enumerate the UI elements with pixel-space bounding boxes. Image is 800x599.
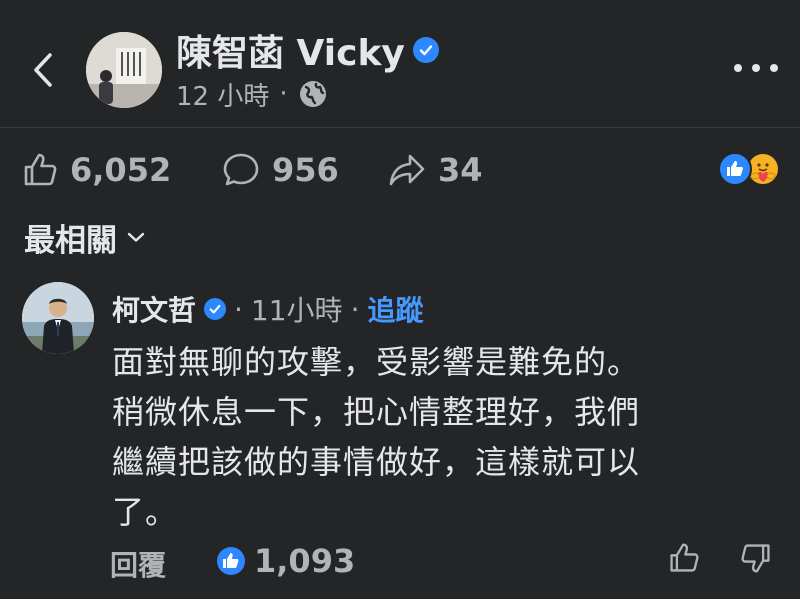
thumbs-down-outline-icon <box>741 544 770 573</box>
comment-separator: · <box>350 292 360 326</box>
like-reaction-icon <box>718 152 752 186</box>
more-dot <box>752 64 760 72</box>
comment-header: 柯文哲 · 11小時 · 追蹤 <box>112 288 423 330</box>
back-button[interactable] <box>26 48 60 92</box>
comment-line: 稍微休息一下，把心情整理好，我們 <box>112 393 641 431</box>
page-avatar[interactable] <box>86 32 162 108</box>
post-author-name[interactable]: 陳智菡 Vicky <box>176 24 405 76</box>
like-reaction-icon <box>217 547 245 575</box>
like-count: 6,052 <box>70 151 172 189</box>
share-arrow-icon <box>389 154 425 186</box>
more-options-button[interactable] <box>734 54 778 82</box>
meta-separator: · <box>279 79 288 109</box>
comment-text: 面對無聊的攻擊，受影響是難免的。 稍微休息一下，把心情整理好，我們 繼續把該做的… <box>112 337 762 537</box>
post-header: 陳智菡 Vicky 12 小時 · <box>0 0 800 128</box>
sort-label: 最相關 <box>24 222 117 259</box>
post-time[interactable]: 12 小時 <box>176 76 269 113</box>
comment-time[interactable]: 11小時 <box>251 289 343 329</box>
chevron-left-icon <box>34 53 52 87</box>
comment-separator: · <box>234 292 243 326</box>
commenter-avatar-image <box>22 282 94 354</box>
verified-badge-icon <box>204 298 227 320</box>
post-meta: 12 小時 · <box>176 76 328 112</box>
post-author-row: 陳智菡 Vicky <box>176 26 439 74</box>
thumbs-up-outline-icon <box>670 543 699 572</box>
reaction-summary[interactable] <box>718 152 782 188</box>
comment-line: 繼續把該做的事情做好，這樣就可以 <box>112 443 641 481</box>
comment-line: 了。 <box>112 493 179 531</box>
comment-count: 956 <box>272 151 339 189</box>
commenter-name[interactable]: 柯文哲 <box>112 289 196 329</box>
share-count: 34 <box>438 151 483 189</box>
page-avatar-image <box>86 32 162 108</box>
like-stat[interactable]: 6,052 <box>22 148 171 192</box>
comment-sort-dropdown[interactable]: 最相關 <box>24 214 145 260</box>
comment-stat[interactable]: 956 <box>222 148 339 192</box>
comment-bubble-icon <box>223 153 259 186</box>
more-dot <box>770 64 778 72</box>
downvote-button[interactable] <box>740 542 772 578</box>
verified-badge-icon <box>412 37 439 63</box>
commenter-avatar[interactable] <box>22 282 94 354</box>
post-stats: 6,052 956 34 <box>0 140 800 200</box>
globe-icon <box>299 81 326 107</box>
chevron-down-icon <box>127 232 145 242</box>
upvote-button[interactable] <box>668 542 700 578</box>
comment-like-count: 1,093 <box>254 542 356 580</box>
follow-button[interactable]: 追蹤 <box>367 289 423 329</box>
more-horizontal-icon <box>734 64 742 72</box>
thumbs-up-icon <box>24 153 57 186</box>
reply-button[interactable]: 回覆 <box>110 544 166 584</box>
share-stat[interactable]: 34 <box>388 148 483 192</box>
comment-reactions[interactable]: 1,093 <box>216 542 355 580</box>
comment-line: 面對無聊的攻擊，受影響是難免的。 <box>112 343 641 381</box>
comment-actions: 回覆 1,093 <box>110 540 790 584</box>
